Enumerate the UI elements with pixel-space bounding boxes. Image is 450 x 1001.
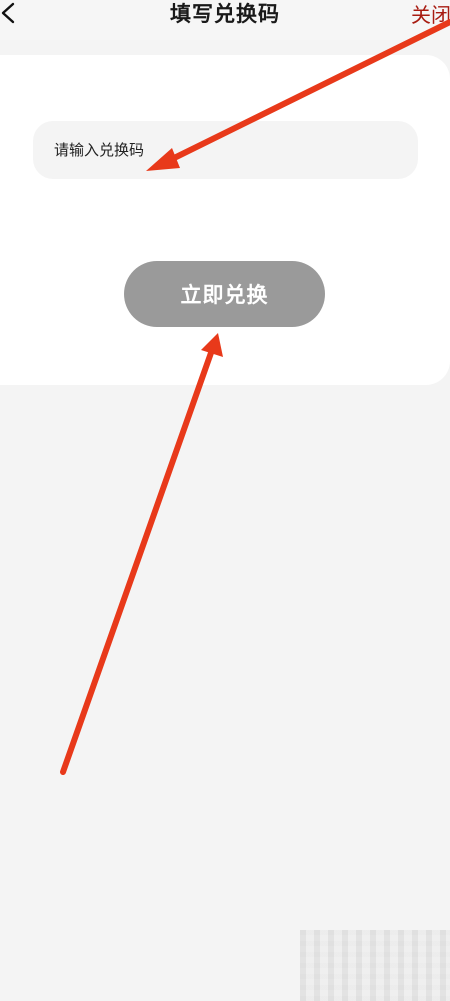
watermark-image — [300, 930, 450, 1001]
page-title: 填写兑换码 — [170, 1, 280, 26]
redeem-now-button[interactable]: 立即兑换 — [124, 261, 325, 327]
close-button[interactable]: 关闭 — [411, 0, 450, 28]
redeem-code-input[interactable] — [33, 121, 418, 179]
redeem-card — [0, 55, 450, 385]
arrow-to-button — [60, 333, 223, 775]
header-bar: 填写兑换码 关闭 — [0, 0, 450, 40]
